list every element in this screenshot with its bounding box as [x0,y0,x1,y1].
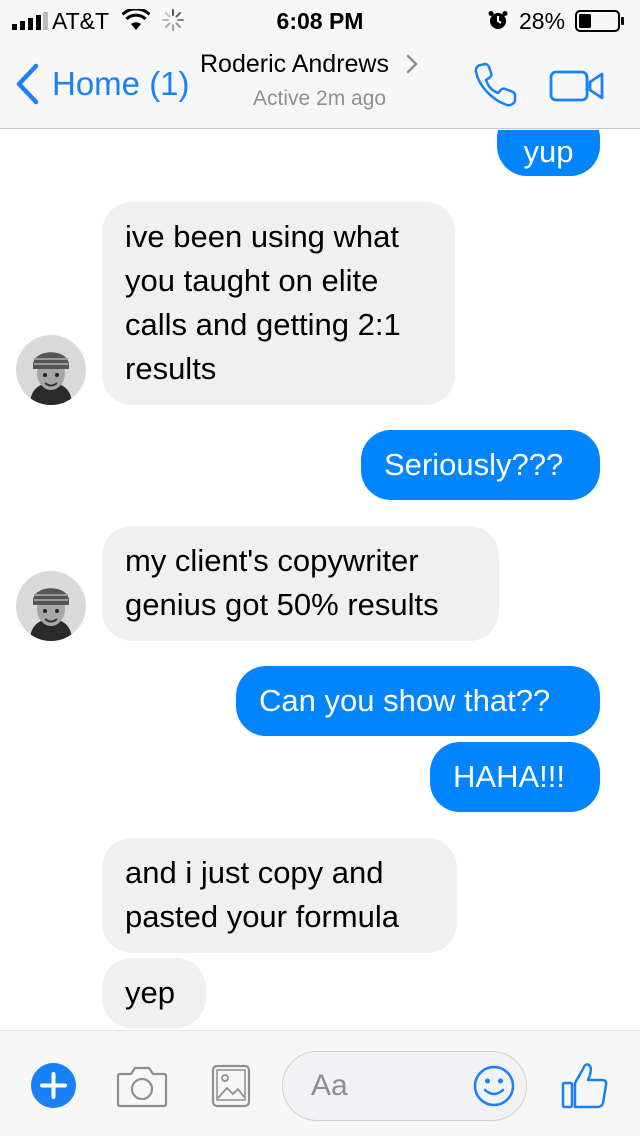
contact-avatar[interactable] [16,335,86,405]
message-text-line: you taught on elite [125,263,379,298]
message-outgoing[interactable]: yup [497,130,600,176]
message-outgoing[interactable]: HAHA!!! [430,742,600,812]
message-text-line: genius got 50% results [125,587,439,622]
video-camera-icon[interactable] [549,69,605,103]
message-input[interactable] [283,1052,463,1120]
wifi-icon [122,9,150,30]
message-incoming[interactable]: my client's copywriter genius got 50% re… [102,526,499,641]
message-text-line: and i just copy and [125,855,384,890]
avatar-image [16,571,86,641]
message-outgoing[interactable]: Seriously??? [361,430,600,500]
back-button[interactable]: Home (1) [14,62,190,106]
chevron-right-icon [406,54,418,74]
plus-icon [40,1072,67,1099]
message-text-line: ive been using what [125,219,400,254]
more-actions-button[interactable] [31,1063,76,1108]
avatar-image [16,335,86,405]
message-composer [0,1030,640,1136]
message-incoming[interactable]: and i just copy and pasted your formula [102,838,457,953]
message-outgoing[interactable]: Can you show that?? [236,666,600,736]
gallery-icon[interactable] [211,1064,251,1108]
message-incoming[interactable]: yep [102,958,206,1028]
message-input-container [282,1051,527,1121]
message-text: yep [125,975,175,1010]
contact-name: Roderic Andrews [200,50,389,78]
message-incoming[interactable]: ive been using what you taught on elite … [102,202,455,405]
alarm-icon [488,11,508,29]
message-text: yup [523,134,574,169]
chevron-left-icon [16,63,39,105]
battery-icon [575,10,624,32]
message-text-line: my client's copywriter [125,543,419,578]
message-text: HAHA!!! [453,759,565,794]
phone-icon[interactable] [472,61,520,109]
contact-info[interactable]: Roderic Andrews Active 2m ago [200,50,460,111]
conversation-header: Home (1) Roderic Andrews Active 2m ago [0,40,640,129]
contact-status: Active 2m ago [253,87,387,110]
carrier-name: AT&T [52,8,110,34]
battery-percentage: 28% [519,8,566,34]
contact-name-row: Roderic Andrews [200,50,460,79]
message-text: Seriously??? [384,447,564,482]
message-text: Can you show that?? [259,683,551,718]
message-text-line: pasted your formula [125,899,399,934]
signal-icon [12,12,48,30]
status-bar: AT&T 6:08 PM 28% [0,0,640,40]
message-thread[interactable]: yup ive been using what you taught on el… [0,130,640,1028]
message-text-line: calls and getting 2:1 [125,307,401,342]
activity-spinner-icon [162,9,184,31]
camera-icon[interactable] [116,1064,168,1108]
back-button-label: Home (1) [52,65,190,102]
message-text-line: results [125,351,217,386]
contact-avatar[interactable] [16,571,86,641]
emoji-icon[interactable] [472,1064,516,1108]
thumbs-up-icon[interactable] [561,1061,609,1111]
